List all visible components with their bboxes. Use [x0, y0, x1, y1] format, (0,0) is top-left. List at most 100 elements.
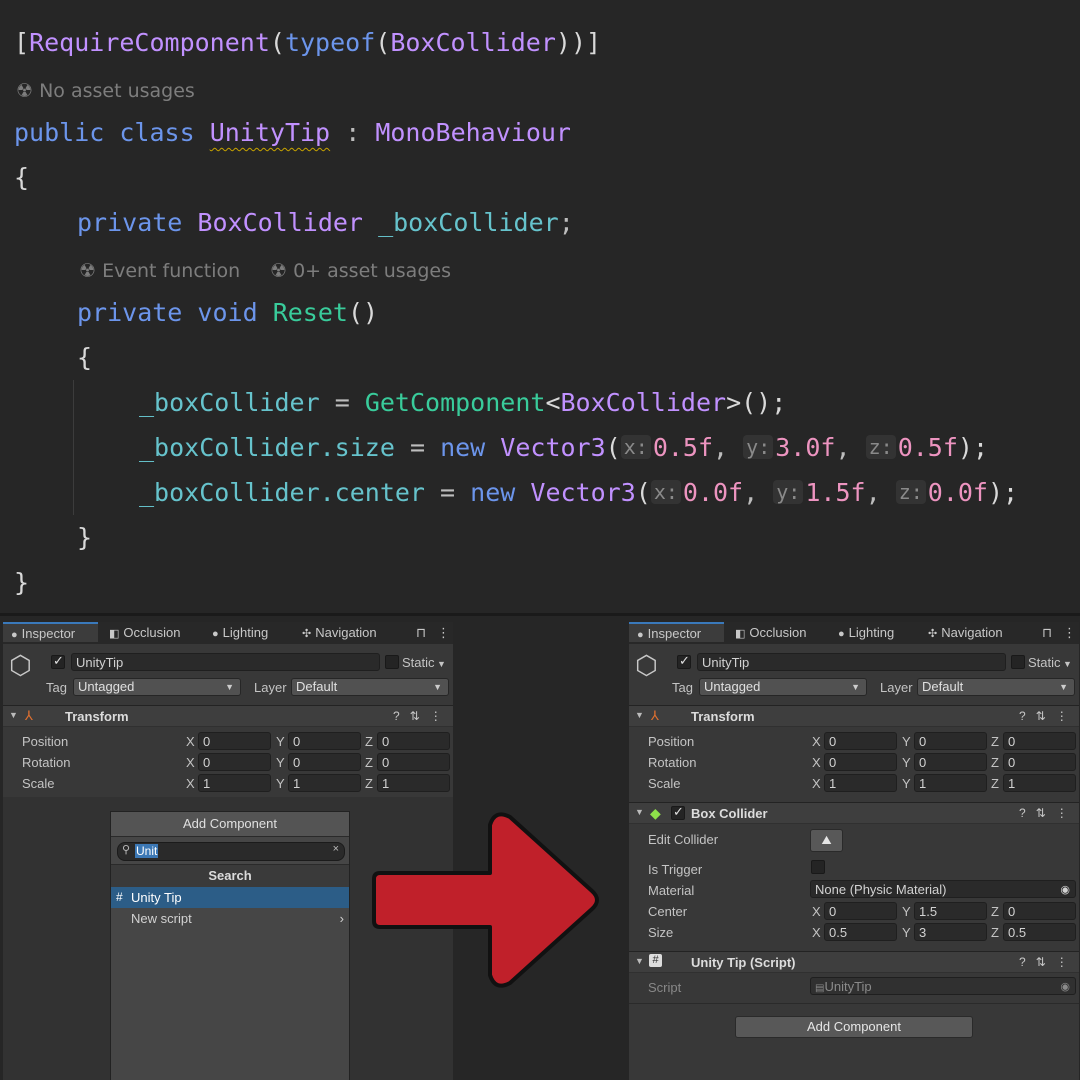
position-y-field[interactable]: 0: [288, 732, 361, 750]
rotation-y-field[interactable]: 0: [288, 753, 361, 771]
lightbulb-icon: ●: [212, 628, 219, 640]
list-item-new-script[interactable]: New script ›: [111, 908, 349, 929]
tab-occlusion[interactable]: ◧ Occlusion: [735, 622, 806, 644]
search-icon: ⚲: [122, 844, 131, 856]
clear-icon[interactable]: ×: [333, 843, 339, 855]
axis-x-label: X: [812, 734, 821, 749]
tab-navigation[interactable]: ✣ Navigation: [928, 622, 1003, 644]
tab-inspector[interactable]: ● Inspector: [629, 622, 724, 642]
tab-bar: ● Inspector ◧ Occlusion ● Lighting ✣ Navigat…: [3, 622, 453, 644]
code-line-getcomponent: _boxCollider = GetComponent<BoxCollider>…: [139, 388, 787, 417]
param-hint-y: y:: [743, 435, 774, 459]
material-field[interactable]: None (Physic Material) ◉: [810, 880, 1076, 898]
foldout-arrow-icon[interactable]: ▼: [635, 710, 644, 720]
size-y-field[interactable]: 3: [914, 923, 987, 941]
scale-x-field[interactable]: 1: [198, 774, 271, 792]
tab-lighting[interactable]: ● Lighting: [838, 622, 894, 644]
scale-x-field[interactable]: 1: [824, 774, 897, 792]
info-icon: ●: [11, 629, 18, 641]
layer-dropdown[interactable]: Default ▼: [291, 678, 449, 696]
add-component-button[interactable]: Add Component: [735, 1016, 973, 1038]
foldout-arrow-icon[interactable]: ▼: [635, 956, 644, 966]
axis-y-label: Y: [902, 904, 911, 919]
position-z-field[interactable]: 0: [1003, 732, 1076, 750]
size-label: Size: [648, 925, 674, 940]
axis-x-label: X: [812, 904, 821, 919]
box-collider-icon: ◆: [650, 805, 661, 821]
axis-y-label: Y: [902, 776, 911, 791]
position-x-field[interactable]: 0: [824, 732, 897, 750]
list-item-unity-tip[interactable]: # Unity Tip: [111, 887, 349, 908]
static-checkbox[interactable]: [385, 655, 399, 669]
transform-header[interactable]: ▼ ⅄ Transform ?⇅⋮: [629, 705, 1079, 727]
is-trigger-checkbox[interactable]: [811, 860, 825, 874]
active-checkbox[interactable]: [677, 653, 691, 669]
foldout-arrow-icon[interactable]: ▼: [9, 710, 18, 720]
axis-y-label: Y: [902, 755, 911, 770]
kebab-menu-icon[interactable]: ⋮: [1063, 622, 1076, 644]
position-z-field[interactable]: 0: [377, 732, 450, 750]
rotation-x-field[interactable]: 0: [198, 753, 271, 771]
tab-occlusion[interactable]: ◧ Occlusion: [109, 622, 180, 644]
tag-dropdown[interactable]: Untagged ▼: [699, 678, 867, 696]
arrow-right-icon: [372, 812, 599, 988]
code-hint-method-usages[interactable]: ☢ 0+ asset usages: [270, 258, 451, 284]
code-hint-event-function[interactable]: ☢ Event function: [79, 258, 240, 284]
foldout-arrow-icon[interactable]: ▼: [635, 807, 644, 817]
code-line-method: private void Reset(): [77, 298, 379, 327]
scale-z-field[interactable]: 1: [1003, 774, 1076, 792]
code-hint-class-usages[interactable]: ☢ No asset usages: [16, 78, 195, 104]
layer-dropdown[interactable]: Default ▼: [917, 678, 1075, 696]
component-header-icons[interactable]: ?⇅⋮: [1019, 806, 1078, 820]
tab-inspector[interactable]: ● Inspector: [3, 622, 98, 642]
component-search-input[interactable]: ⚲ Unit ×: [117, 842, 345, 861]
active-checkbox[interactable]: [51, 653, 65, 669]
kebab-menu-icon[interactable]: ⋮: [437, 622, 450, 644]
arrow-shape: [372, 812, 599, 988]
static-dropdown[interactable]: Static ▼: [1028, 655, 1072, 670]
component-header-icons[interactable]: ?⇅⋮: [393, 709, 452, 723]
static-dropdown[interactable]: Static ▼: [402, 655, 446, 670]
code-editor[interactable]: [RequireComponent(typeof(BoxCollider))] …: [0, 0, 1080, 614]
unity-usage-icon: ☢: [16, 80, 40, 102]
search-subheader: Search: [111, 864, 349, 888]
tab-lighting[interactable]: ● Lighting: [212, 622, 268, 644]
box-collider-header[interactable]: ▼ ◆ Box Collider ?⇅⋮: [629, 802, 1079, 824]
size-z-field[interactable]: 0.5: [1003, 923, 1076, 941]
tab-bar: ● Inspector ◧ Occlusion ● Lighting ✣ Navigat…: [629, 622, 1079, 644]
box-collider-enabled-checkbox[interactable]: [671, 804, 685, 820]
axis-y-label: Y: [276, 755, 285, 770]
component-header-icons[interactable]: ?⇅⋮: [1019, 955, 1078, 969]
size-x-field[interactable]: 0.5: [824, 923, 897, 941]
axis-x-label: X: [812, 925, 821, 940]
center-y-field[interactable]: 1.5: [914, 902, 987, 920]
code-line-center: _boxCollider.center = new Vector3(x: 0.0f…: [139, 478, 1019, 507]
center-x-field[interactable]: 0: [824, 902, 897, 920]
object-picker-icon[interactable]: ◉: [1060, 881, 1070, 899]
lock-icon[interactable]: ⊓: [1042, 622, 1052, 644]
transform-header[interactable]: ▼ ⅄ Transform ?⇅⋮: [3, 705, 453, 727]
scale-y-field[interactable]: 1: [914, 774, 987, 792]
position-x-field[interactable]: 0: [198, 732, 271, 750]
script-component-header[interactable]: ▼ # Unity Tip (Script) ?⇅⋮: [629, 951, 1079, 973]
script-reference-field: ▤UnityTip ◉: [810, 977, 1076, 995]
rotation-y-field[interactable]: 0: [914, 753, 987, 771]
object-name-field[interactable]: UnityTip: [71, 653, 380, 671]
tab-navigation[interactable]: ✣ Navigation: [302, 622, 377, 644]
rotation-x-field[interactable]: 0: [824, 753, 897, 771]
navigation-icon: ✣: [928, 628, 938, 640]
code-line-attribute: [RequireComponent(typeof(BoxCollider))]: [14, 28, 602, 57]
scale-y-field[interactable]: 1: [288, 774, 361, 792]
component-header-icons[interactable]: ?⇅⋮: [1019, 709, 1078, 723]
tag-dropdown[interactable]: Untagged ▼: [73, 678, 241, 696]
center-z-field[interactable]: 0: [1003, 902, 1076, 920]
lock-icon[interactable]: ⊓: [416, 622, 426, 644]
object-name-field[interactable]: UnityTip: [697, 653, 1006, 671]
rotation-z-field[interactable]: 0: [377, 753, 450, 771]
scale-z-field[interactable]: 1: [377, 774, 450, 792]
static-checkbox[interactable]: [1011, 655, 1025, 669]
rotation-z-field[interactable]: 0: [1003, 753, 1076, 771]
axis-y-label: Y: [902, 925, 911, 940]
position-y-field[interactable]: 0: [914, 732, 987, 750]
edit-collider-button[interactable]: ⛰: [810, 829, 843, 852]
